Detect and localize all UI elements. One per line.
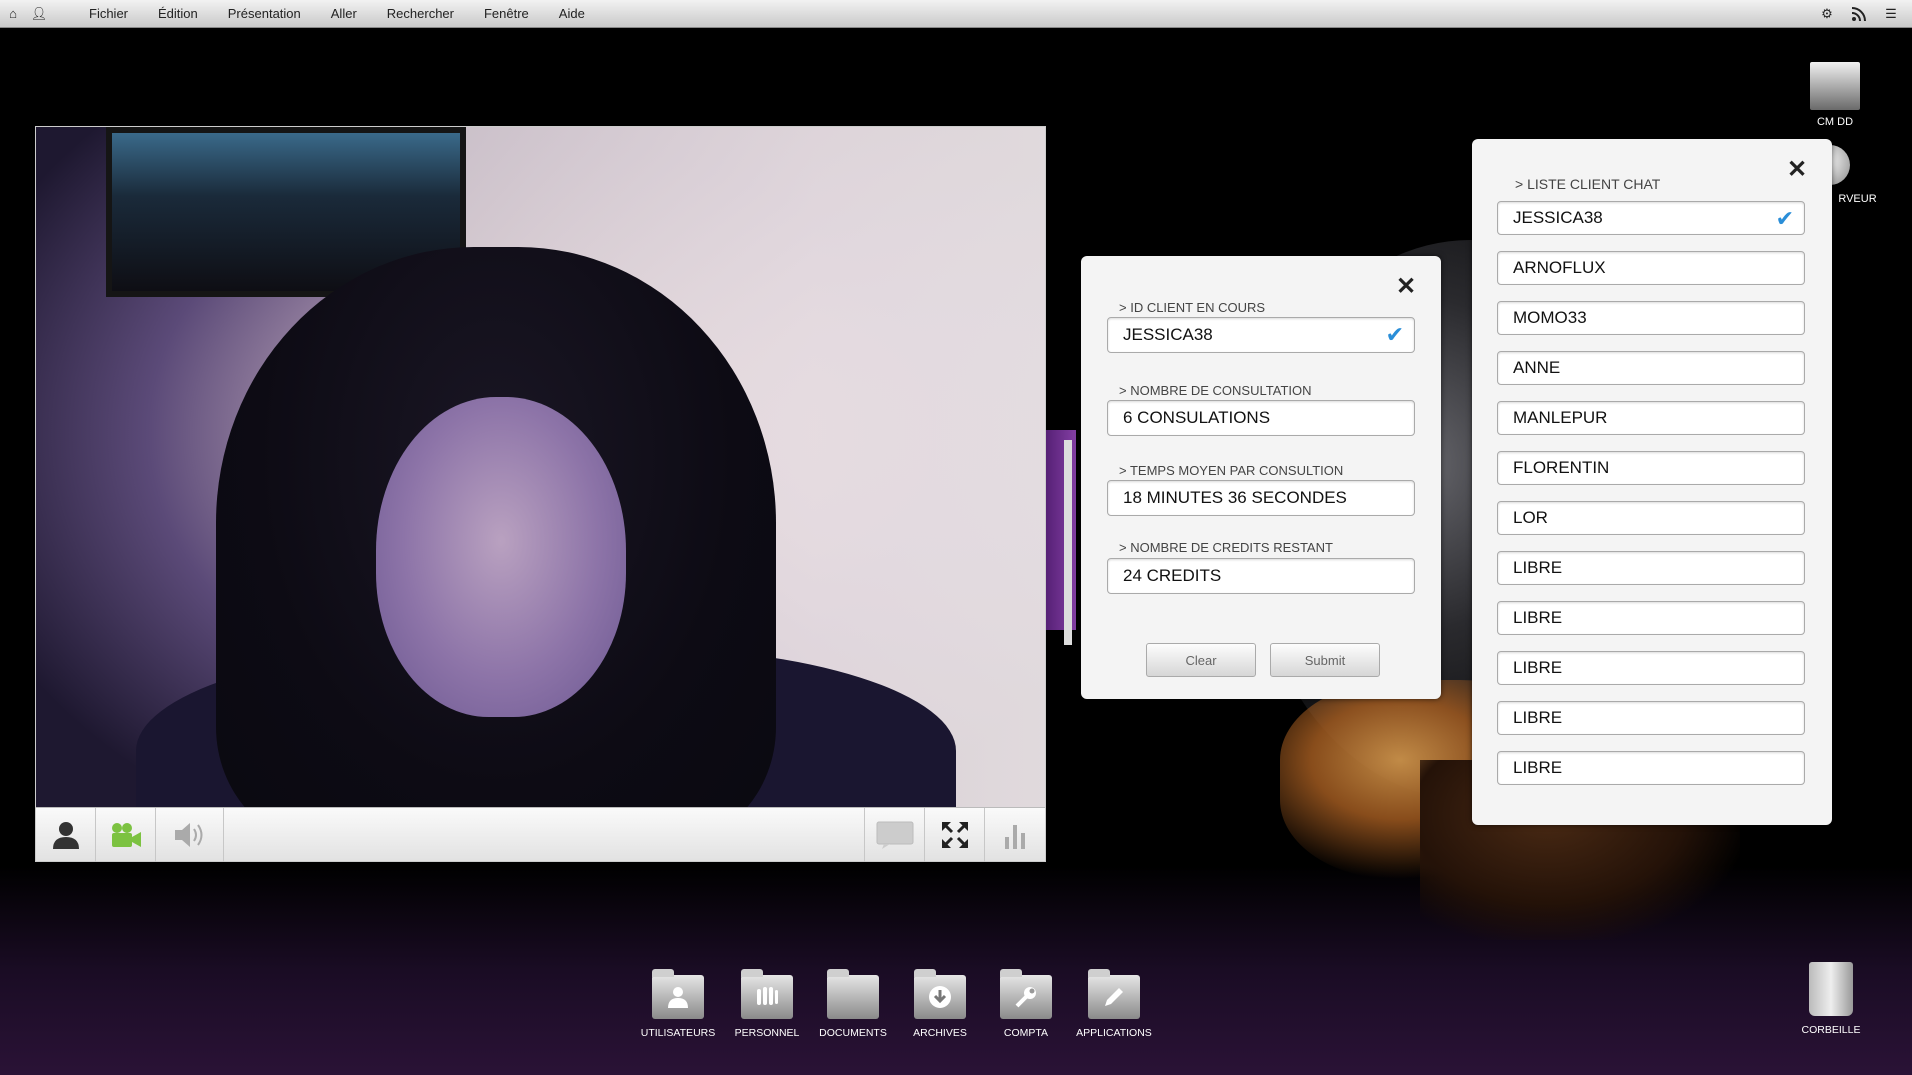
webcam-video [36, 127, 1045, 807]
users-folder-icon [652, 969, 704, 1019]
dock-corbeille[interactable]: CORBEILLE [1791, 962, 1871, 1036]
client-item-jessica38[interactable]: JESSICA38 ✔ [1497, 201, 1805, 235]
documents-folder-icon [827, 969, 879, 1019]
fullscreen-icon[interactable] [925, 807, 985, 862]
dock-label: DOCUMENTS [819, 1027, 887, 1039]
toolbar-spacer [224, 807, 865, 862]
dock-label: UTILISATEURS [640, 1027, 716, 1039]
server-label: RVEUR [1838, 193, 1877, 205]
menu-edition[interactable]: Édition [143, 6, 213, 21]
credits-field[interactable]: 24 CREDITS [1107, 558, 1415, 594]
average-time-field[interactable]: 18 MINUTES 36 SECONDES [1107, 480, 1415, 516]
id-client-value: JESSICA38 [1123, 325, 1213, 344]
client-item-label: LOR [1513, 508, 1548, 527]
personal-folder-icon [741, 969, 793, 1019]
dock-label: APPLICATIONS [1076, 1027, 1152, 1039]
client-item-anne[interactable]: ANNE [1497, 351, 1805, 385]
list-icon[interactable]: ☰ [1880, 0, 1902, 28]
client-item-label: LIBRE [1513, 608, 1563, 627]
client-item-arnoflux[interactable]: ARNOFLUX [1497, 251, 1805, 285]
client-item-label: MOMO33 [1513, 308, 1587, 327]
menu-items: Fichier Édition Présentation Aller Reche… [74, 6, 600, 21]
menu-fenetre[interactable]: Fenêtre [469, 6, 544, 21]
chat-list-title: > LISTE CLIENT CHAT [1515, 176, 1661, 192]
menu-bar: ⌂ 👤︎ Fichier Édition Présentation Aller … [0, 0, 1912, 28]
client-item-libre-1[interactable]: LIBRE [1497, 551, 1805, 585]
client-item-label: LIBRE [1513, 758, 1563, 777]
dock-documents[interactable]: DOCUMENTS [813, 969, 893, 1039]
drive-label: CM DD [1816, 116, 1854, 128]
speaker-icon[interactable] [156, 807, 224, 862]
dock-label: COMPTA [1003, 1027, 1049, 1039]
pencil-folder-icon [1088, 969, 1140, 1019]
client-item-lor[interactable]: LOR [1497, 501, 1805, 535]
credits-label: > NOMBRE DE CREDITS RESTANT [1119, 540, 1333, 555]
client-item-label: FLORENTIN [1513, 458, 1610, 477]
menu-aide[interactable]: Aide [544, 6, 600, 21]
close-icon[interactable]: ✕ [1787, 155, 1807, 184]
video-chat-window [35, 126, 1046, 862]
archives-folder-icon [914, 969, 966, 1019]
client-item-label: ARNOFLUX [1513, 258, 1606, 277]
dock-label: ARCHIVES [913, 1027, 967, 1039]
average-time-value: 18 MINUTES 36 SECONDES [1123, 488, 1347, 507]
menu-presentation[interactable]: Présentation [213, 6, 316, 21]
wrench-folder-icon [1000, 969, 1052, 1019]
client-item-label: LIBRE [1513, 708, 1563, 727]
menu-aller[interactable]: Aller [316, 6, 372, 21]
client-item-label: ANNE [1513, 358, 1561, 377]
submit-button[interactable]: Submit [1270, 643, 1380, 677]
average-time-label: > TEMPS MOYEN PAR CONSULTION [1119, 463, 1344, 478]
dock-compta[interactable]: COMPTA [986, 969, 1066, 1039]
client-info-panel: ✕ > ID CLIENT EN COURS JESSICA38 ✔ > NOM… [1081, 256, 1441, 699]
rss-icon[interactable] [1848, 0, 1870, 28]
menu-rechercher[interactable]: Rechercher [372, 6, 469, 21]
client-item-libre-5[interactable]: LIBRE [1497, 751, 1805, 785]
clear-button[interactable]: Clear [1146, 643, 1256, 677]
client-item-libre-2[interactable]: LIBRE [1497, 601, 1805, 635]
client-item-manlepur[interactable]: MANLEPUR [1497, 401, 1805, 435]
stats-icon[interactable] [985, 808, 1045, 862]
consultation-count-value: 6 CONSULATIONS [1123, 408, 1271, 427]
hard-drive-icon [1810, 62, 1860, 110]
client-item-libre-4[interactable]: LIBRE [1497, 701, 1805, 735]
close-icon[interactable]: ✕ [1396, 272, 1416, 301]
credits-value: 24 CREDITS [1123, 566, 1222, 585]
id-client-field[interactable]: JESSICA38 ✔ [1107, 317, 1415, 353]
user-icon[interactable] [36, 807, 96, 862]
id-client-label: > ID CLIENT EN COURS [1119, 300, 1266, 315]
consultation-count-label: > NOMBRE DE CONSULTATION [1119, 383, 1312, 398]
gear-icon[interactable]: ⚙ [1816, 0, 1838, 28]
dock-archives[interactable]: ARCHIVES [900, 969, 980, 1039]
drive-icon-group[interactable]: CM DD [1805, 62, 1865, 128]
client-item-momo33[interactable]: MOMO33 [1497, 301, 1805, 335]
client-item-label: JESSICA38 [1513, 208, 1603, 227]
checkmark-icon: ✔ [1385, 322, 1404, 347]
chat-client-list-panel: ✕ > LISTE CLIENT CHAT JESSICA38 ✔ ARNOFL… [1472, 139, 1832, 825]
client-item-label: MANLEPUR [1513, 408, 1608, 427]
checkmark-icon: ✔ [1775, 206, 1794, 231]
client-item-label: LIBRE [1513, 658, 1563, 677]
video-toolbar [36, 807, 1045, 862]
menu-fichier[interactable]: Fichier [74, 6, 143, 21]
dock-personnel[interactable]: PERSONNEL [727, 969, 807, 1039]
chat-icon[interactable] [865, 807, 925, 862]
client-item-libre-3[interactable]: LIBRE [1497, 651, 1805, 685]
consultation-count-field[interactable]: 6 CONSULATIONS [1107, 400, 1415, 436]
menu-right-icons: ⚙ ☰ [1816, 0, 1912, 28]
dock-label: PERSONNEL [734, 1027, 800, 1039]
trash-label: CORBEILLE [1801, 1024, 1861, 1036]
dock-applications[interactable]: APPLICATIONS [1074, 969, 1154, 1039]
white-logo-fragment [1064, 440, 1072, 645]
user-icon[interactable]: 👤︎ [26, 0, 52, 28]
home-icon[interactable]: ⌂ [0, 0, 26, 28]
dock-utilisateurs[interactable]: UTILISATEURS [638, 969, 718, 1039]
video-person-face [376, 397, 626, 717]
trash-icon [1809, 962, 1853, 1016]
client-item-florentin[interactable]: FLORENTIN [1497, 451, 1805, 485]
client-item-label: LIBRE [1513, 558, 1563, 577]
camera-icon[interactable] [96, 807, 156, 862]
